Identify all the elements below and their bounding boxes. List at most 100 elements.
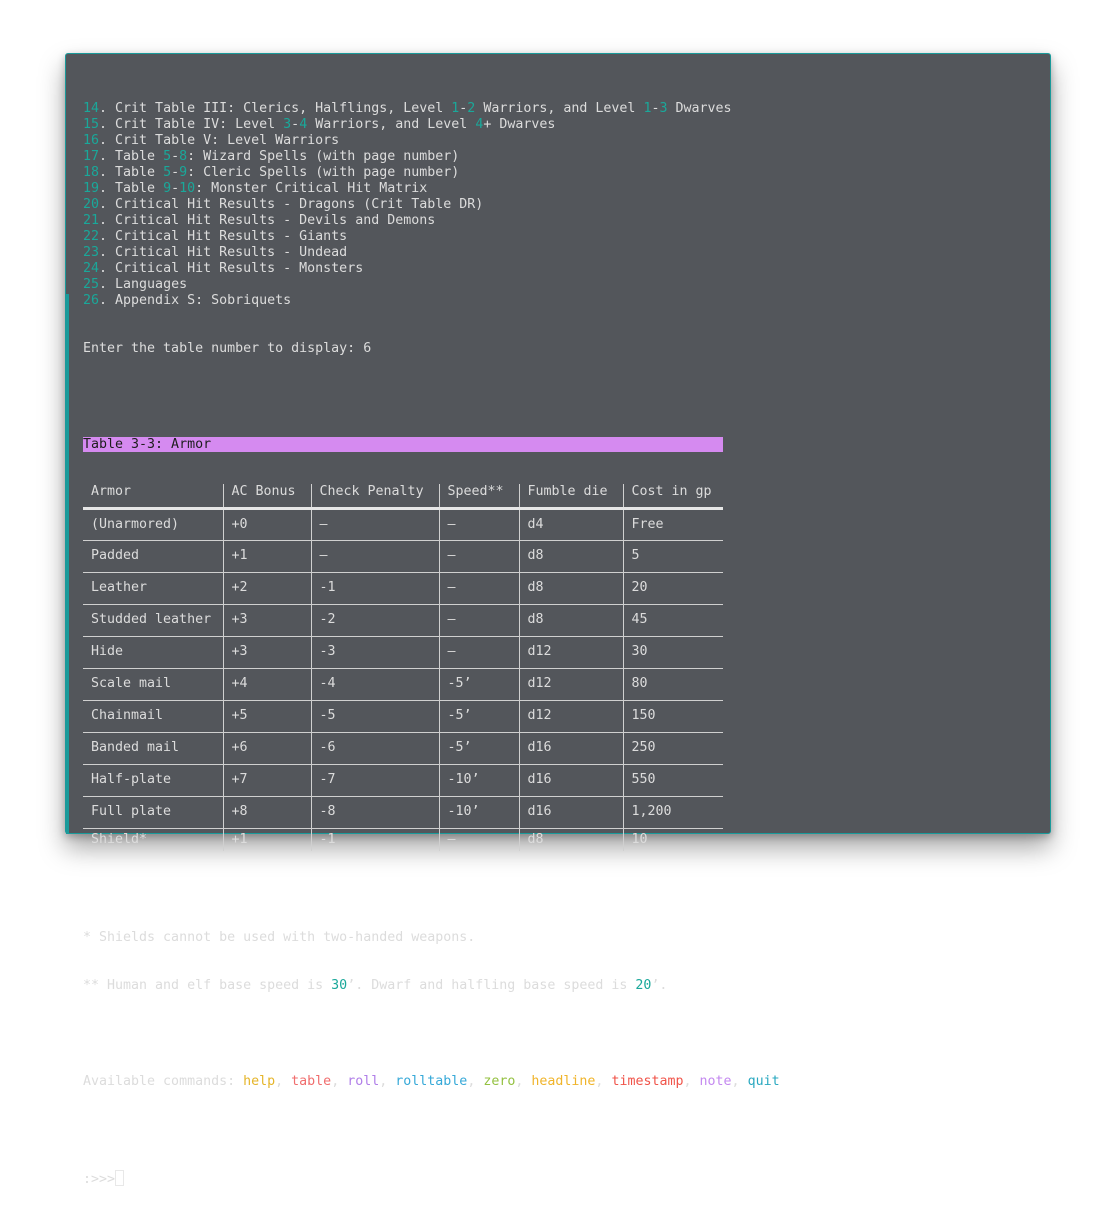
menu-item-text: Critical Hit Results - Dragons (Crit Tab… bbox=[115, 197, 484, 212]
menu-item-15: 15. Crit Table IV: Level 3-4 Warriors, a… bbox=[83, 117, 556, 132]
menu-item-text: - bbox=[171, 149, 180, 164]
table-cell: d8 bbox=[519, 572, 624, 604]
table-cell: +0 bbox=[223, 508, 312, 540]
table-cell: d8 bbox=[519, 604, 624, 636]
menu-item-24: 24. Critical Hit Results - Monsters bbox=[83, 261, 364, 276]
table-cell: 250 bbox=[631, 740, 656, 755]
menu-item-text: Table bbox=[115, 149, 164, 164]
table-cell: 550 bbox=[631, 772, 656, 787]
table-row: (Unarmored) +0– – d4 Free bbox=[83, 508, 723, 540]
speed-note-end: ’. bbox=[651, 978, 668, 993]
table-cell: +5 bbox=[223, 700, 312, 732]
armor-table: Armor AC Bonus Check Penalty Speed** Fumble … bbox=[83, 484, 723, 851]
table-cell: d4 bbox=[519, 508, 624, 540]
table-cell: 45 bbox=[631, 612, 648, 627]
command-table: table bbox=[291, 1074, 332, 1089]
menu-item-text: 10 bbox=[179, 181, 196, 196]
menu-item-text: 3 bbox=[283, 117, 292, 132]
table-cell: -3 bbox=[311, 636, 440, 668]
table-cell: 30 bbox=[631, 644, 648, 659]
menu-item-text: - bbox=[171, 165, 180, 180]
table-row: Scale mail +4 -4 -5’ d12 80 bbox=[83, 668, 723, 700]
table-row: Leather +2 -1– d8 20 bbox=[83, 572, 723, 604]
menu-item-text: Crit Table III: Clerics, Halflings, Leve… bbox=[115, 101, 452, 116]
table-row: Studded leather +3 -2– d8 45 bbox=[83, 604, 723, 636]
table-cell: Hide bbox=[83, 636, 224, 668]
shell-input-line[interactable]: :>>> bbox=[83, 1170, 780, 1187]
table-cell: -1 bbox=[311, 572, 440, 604]
table-body: (Unarmored) +0– – d4 Free Padded +1– – d8 5 Leathe… bbox=[83, 508, 723, 851]
shield-note: * Shields cannot be used with two-handed… bbox=[83, 930, 476, 945]
column-header: Speed** bbox=[439, 484, 520, 510]
menu-item-text: Languages bbox=[115, 277, 188, 292]
table-row: Half-plate +7 -7 -10’ d16 550 bbox=[83, 764, 723, 796]
table-cell: d8 bbox=[519, 828, 624, 851]
menu-item-text: Critical Hit Results - Devils and Demons bbox=[115, 213, 436, 228]
table-cell: -5’ bbox=[439, 700, 520, 732]
table-cell: -10’ bbox=[439, 796, 520, 828]
table-cell: -5’ bbox=[439, 732, 520, 764]
table-cell: +7 bbox=[223, 764, 312, 796]
menu-item-text: : Wizard Spells (with page number) bbox=[187, 149, 460, 164]
menu-item-text: Crit Table IV: Level bbox=[115, 117, 284, 132]
menu-item-text: + Dwarves bbox=[483, 117, 556, 132]
table-cell: 20 bbox=[631, 580, 648, 595]
shell-prompt: :>>> bbox=[83, 1172, 116, 1187]
terminal-window: 14. Crit Table III: Clerics, Halflings, … bbox=[65, 53, 1051, 1187]
command-timestamp: timestamp bbox=[611, 1074, 684, 1089]
column-header: Cost in gp bbox=[623, 484, 723, 510]
table-cell: +3 bbox=[223, 636, 312, 668]
column-header: AC Bonus bbox=[223, 484, 312, 510]
command-note: note bbox=[699, 1074, 732, 1089]
table-cell: – bbox=[439, 540, 520, 572]
menu-item-text: 9 bbox=[163, 181, 172, 196]
table-cell: -2 bbox=[311, 604, 440, 636]
menu-item-21: 21. Critical Hit Results - Devils and De… bbox=[83, 213, 436, 228]
menu-item-number: 19 bbox=[83, 181, 100, 196]
table-cell: (Unarmored) bbox=[83, 508, 224, 540]
table-cell: +8 bbox=[223, 796, 312, 828]
menu-item-text: Crit Table V: Level Warriors bbox=[115, 133, 340, 148]
table-cell: Free bbox=[631, 516, 664, 532]
scrollbar[interactable] bbox=[66, 294, 69, 834]
table-cell: d8 bbox=[519, 540, 624, 572]
menu-item-text: 5 bbox=[163, 165, 172, 180]
available-commands: Available commands: help, table, roll, r… bbox=[83, 1074, 780, 1089]
prompt-text: Enter the table number to display: bbox=[83, 341, 364, 356]
dwarf-speed-value: 20 bbox=[635, 978, 652, 993]
menu-item-number: 25 bbox=[83, 277, 100, 292]
table-cell: -8 bbox=[311, 796, 440, 828]
speed-note-text-2: ’. Dwarf and halfling base speed is bbox=[347, 978, 636, 993]
menu-item-number: 21 bbox=[83, 213, 100, 228]
table-row: Hide +3 -3– d12 30 bbox=[83, 636, 723, 668]
table-cell: Banded mail bbox=[83, 732, 224, 764]
table-cell: d12 bbox=[519, 668, 624, 700]
table-number-prompt: Enter the table number to display: 6 bbox=[83, 341, 780, 357]
menu-item-number: 14 bbox=[83, 101, 100, 116]
table-cell: Full plate bbox=[83, 796, 224, 828]
table-cell: – bbox=[439, 828, 520, 851]
menu-item-16: 16. Crit Table V: Level Warriors bbox=[83, 133, 340, 148]
command-rolltable: rolltable bbox=[395, 1074, 468, 1089]
menu-item-text: Appendix S: Sobriquets bbox=[115, 293, 292, 308]
table-cell: -7 bbox=[311, 764, 440, 796]
menu-item-text: Table bbox=[115, 181, 164, 196]
menu-item-text: 8 bbox=[179, 149, 188, 164]
table-cell: Half-plate bbox=[83, 764, 224, 796]
table-cell: +1 bbox=[223, 540, 312, 572]
prompt-value: 6 bbox=[363, 341, 372, 356]
menu-item-17: 17. Table 5-8: Wizard Spells (with page … bbox=[83, 149, 460, 164]
menu-item-text: : Cleric Spells (with page number) bbox=[187, 165, 460, 180]
table-cell: +2 bbox=[223, 572, 312, 604]
menu-item-number: 16 bbox=[83, 133, 100, 148]
menu-item-19: 19. Table 9-10: Monster Critical Hit Mat… bbox=[83, 181, 428, 196]
table-cell: d16 bbox=[519, 732, 624, 764]
menu-item-text: Dwarves bbox=[667, 101, 732, 116]
menu-item-text: 5 bbox=[163, 149, 172, 164]
table-cell: 150 bbox=[631, 708, 656, 723]
table-title: Table 3-3: Armor bbox=[83, 437, 723, 452]
table-cell: Chainmail bbox=[83, 700, 224, 732]
menu-item-text: Table bbox=[115, 165, 164, 180]
text-cursor[interactable] bbox=[115, 1170, 125, 1186]
table-cell: Studded leather bbox=[83, 604, 224, 636]
